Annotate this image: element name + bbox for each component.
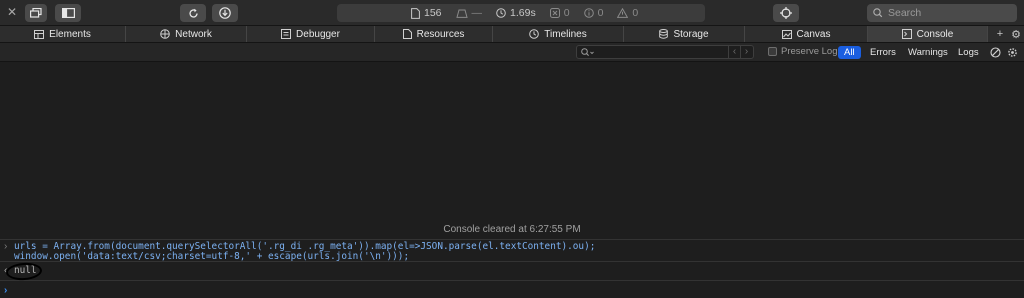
prompt-chevron-icon: › — [4, 285, 8, 296]
crosshair-icon — [780, 7, 792, 19]
console-filter-input[interactable]: ‹ › — [576, 45, 754, 59]
dock-side-button[interactable] — [55, 4, 81, 22]
timelines-icon — [529, 29, 540, 39]
checkbox-box[interactable] — [768, 47, 777, 56]
previous-match-icon[interactable]: ‹ — [728, 46, 740, 58]
warning-count: 0 — [617, 7, 638, 19]
tab-storage[interactable]: Storage — [624, 26, 745, 42]
canvas-icon — [781, 29, 792, 39]
network-icon — [160, 29, 170, 39]
search-input[interactable]: Search — [867, 4, 1017, 22]
console-result-message[interactable]: ‹ null — [0, 261, 1024, 280]
preserve-log-checkbox[interactable]: Preserve Log — [768, 46, 838, 57]
resource-count: 156 — [411, 7, 442, 19]
info-icon — [583, 8, 594, 18]
tab-elements[interactable]: Elements — [0, 26, 126, 42]
filter-search-icon — [581, 47, 594, 56]
filter-all-button[interactable]: All — [838, 46, 861, 59]
filter-warnings-button[interactable]: Warnings — [902, 46, 954, 59]
console-output-area[interactable]: Console cleared at 6:27:55 PM › urls = A… — [0, 62, 1024, 298]
tab-bar-actions: + ⚙ — [988, 26, 1024, 42]
next-match-icon[interactable]: › — [740, 46, 752, 58]
clear-console-icon[interactable] — [988, 46, 1002, 59]
gear-icon[interactable]: ⚙ — [1008, 28, 1024, 41]
tab-console[interactable]: Console — [868, 26, 988, 42]
tab-timelines[interactable]: Timelines — [493, 26, 624, 42]
resources-icon — [402, 29, 412, 39]
element-picker-button[interactable] — [773, 4, 799, 22]
windows-icon — [30, 8, 42, 18]
console-prompt-line[interactable]: › — [0, 280, 1024, 298]
reload-button[interactable] — [180, 4, 206, 22]
devtools-tab-bar: Elements Network Debugger Resources Time… — [0, 26, 1024, 43]
status-summary[interactable]: 156 — 1.69s 0 0 0 — [337, 4, 705, 22]
add-tab-icon[interactable]: + — [992, 28, 1008, 40]
document-icon — [411, 7, 420, 19]
dock-toggle-button[interactable] — [25, 4, 47, 22]
weight-icon — [455, 9, 468, 18]
warning-icon — [617, 8, 629, 18]
tab-canvas[interactable]: Canvas — [745, 26, 868, 42]
reload-icon — [188, 8, 198, 18]
console-icon — [901, 29, 912, 39]
filter-logs-button[interactable]: Logs — [952, 46, 985, 59]
error-icon — [549, 8, 560, 18]
debugger-icon — [281, 29, 292, 39]
error-count: 0 — [549, 7, 570, 19]
transfer-size: — — [455, 7, 482, 19]
load-time: 1.69s — [496, 7, 536, 19]
filter-errors-button[interactable]: Errors — [864, 46, 902, 59]
download-button[interactable] — [212, 4, 238, 22]
elements-icon — [34, 29, 45, 39]
tab-network[interactable]: Network — [126, 26, 247, 42]
top-toolbar: ✕ 156 — 1.69s 0 0 0 Search — [0, 0, 1024, 26]
close-icon[interactable]: ✕ — [7, 5, 17, 19]
search-icon — [873, 8, 883, 18]
tab-resources[interactable]: Resources — [375, 26, 493, 42]
download-icon — [219, 7, 231, 19]
filter-nav-arrows: ‹ › — [728, 46, 752, 58]
info-count: 0 — [583, 7, 603, 19]
clock-icon — [496, 8, 506, 18]
input-chevron-icon: › — [4, 241, 8, 252]
console-cleared-message: Console cleared at 6:27:55 PM — [443, 224, 581, 235]
storage-icon — [659, 29, 669, 39]
console-input-message[interactable]: › urls = Array.from(document.querySelect… — [0, 239, 1024, 262]
tab-debugger[interactable]: Debugger — [247, 26, 375, 42]
console-settings-icon[interactable] — [1005, 46, 1019, 59]
console-filter-bar: ‹ › Preserve Log All Errors Warnings Log… — [0, 43, 1024, 62]
split-pane-icon — [61, 8, 75, 18]
